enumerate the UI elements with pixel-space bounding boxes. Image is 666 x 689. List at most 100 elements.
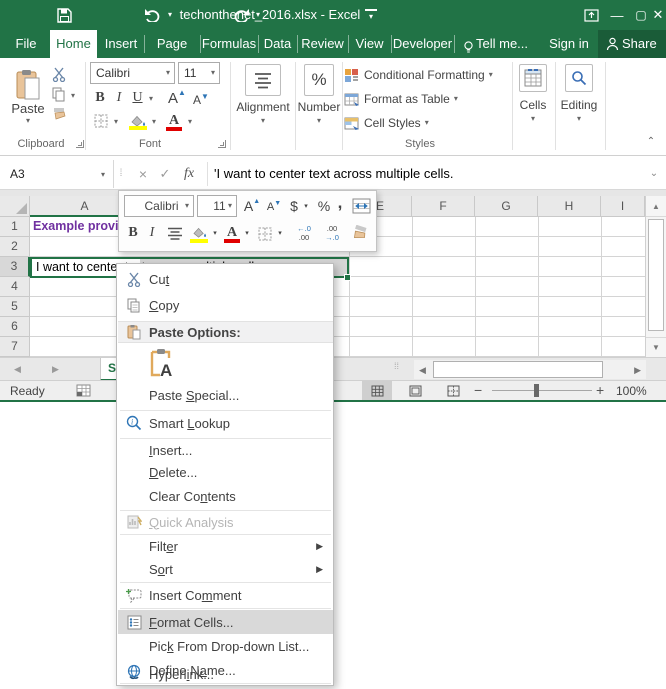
view-normal-button[interactable] [362,381,392,400]
grow-font-button[interactable]: A▲ [168,89,186,107]
paste-button[interactable]: Paste ▾ [8,62,48,132]
cell-styles-button[interactable]: Cell Styles▾ [344,112,510,134]
shrink-font-button[interactable]: A▼ [192,91,210,109]
mini-percent-button[interactable]: % [315,196,333,216]
menu-item-pick-from-dropdown-list[interactable]: Pick From Drop-down List... [118,634,333,658]
column-header-i[interactable]: I [601,196,645,217]
minimize-button[interactable]: — [604,0,630,30]
cut-icon[interactable] [50,66,68,82]
mini-merge-center-icon[interactable] [350,196,372,216]
row-header-7[interactable]: 7 [0,337,30,357]
mini-font-name-combo[interactable]: Calibri▾ [124,195,194,217]
conditional-formatting-button[interactable]: Conditional Formatting▾ [344,64,510,86]
collapse-ribbon-icon[interactable]: ⌃ [642,134,660,148]
menu-item-sort[interactable]: Sort ▶ [118,558,333,581]
format-as-table-button[interactable]: Format as Table▾ [344,88,510,110]
mini-borders-dropdown-icon[interactable]: ▾ [276,228,284,238]
menu-item-insert-comment[interactable]: Insert Comment [118,583,333,607]
menu-item-smart-lookup[interactable]: i Smart Lookup [118,411,333,435]
mini-font-color-icon[interactable]: A [223,222,241,243]
menu-item-delete[interactable]: Delete... [118,461,333,484]
zoom-in-button[interactable]: + [596,381,604,400]
row-header-1[interactable]: 1 [0,217,30,237]
tab-data[interactable]: Data [259,30,296,58]
cells-group-button[interactable]: Cells ▾ [514,58,552,156]
format-painter-icon[interactable] [50,106,68,122]
selection-fill-handle[interactable] [344,274,351,281]
fill-color-dropdown-icon[interactable]: ▾ [150,116,158,126]
enter-button[interactable]: ✓ [156,160,174,188]
horizontal-scrollbar[interactable]: ◀ ▶ [414,360,646,379]
menu-item-insert[interactable]: Insert... [118,439,333,461]
mini-bold-button[interactable]: B [125,223,141,243]
zoom-out-button[interactable]: − [474,381,482,400]
menu-item-paste-special[interactable]: Paste Special... [118,383,333,407]
row-header-6[interactable]: 6 [0,317,30,337]
tab-home[interactable]: Home [50,30,97,58]
select-all-corner[interactable] [0,196,30,217]
ribbon-display-options-icon[interactable] [578,0,604,30]
menu-item-hyperlink[interactable]: Hyperlink... [118,663,333,685]
row-header-3[interactable]: 3 [0,257,30,277]
bold-button[interactable]: B [92,89,108,107]
vertical-scrollbar[interactable]: ▲ ▼ [645,196,666,357]
mini-currency-dropdown-icon[interactable]: ▾ [302,201,310,211]
copy-icon[interactable] [50,86,68,102]
font-name-combo[interactable]: Calibri▾ [90,62,175,84]
tab-file[interactable]: File [4,30,48,58]
tab-review[interactable]: Review [298,30,347,58]
mini-font-color-dropdown-icon[interactable]: ▾ [243,228,251,238]
font-color-icon[interactable]: A [165,111,183,131]
mini-decrease-decimal-icon[interactable]: .00 →.0 [319,223,345,243]
vertical-scrollbar-thumb[interactable] [648,219,664,331]
paste-dropdown-icon[interactable]: ▾ [26,116,30,125]
name-box[interactable]: A3 ▾ [0,160,114,188]
editing-group-button[interactable]: Editing ▾ [557,58,601,156]
tell-me-box[interactable]: Tell me... [476,30,538,58]
mini-shrink-font-button[interactable]: A▼ [265,199,283,215]
zoom-slider-thumb[interactable] [534,384,539,397]
copy-dropdown-icon[interactable]: ▾ [69,90,77,100]
zoom-level[interactable]: 100% [616,384,647,398]
view-page-layout-button[interactable] [400,381,430,400]
share-button[interactable]: Share [598,30,666,58]
font-size-combo[interactable]: 11▾ [178,62,220,84]
font-color-dropdown-icon[interactable]: ▾ [186,116,194,126]
menu-item-copy[interactable]: Copy [118,292,333,318]
mini-comma-button[interactable]: , [335,193,345,213]
insert-function-button[interactable]: fx [178,160,200,188]
scroll-down-icon[interactable]: ▼ [646,337,666,357]
menu-item-format-cells[interactable]: Format Cells... [118,610,333,634]
sheet-nav-right-icon[interactable]: ▶ [52,364,59,375]
column-header-g[interactable]: G [475,196,538,217]
clipboard-dialog-launcher[interactable] [76,140,84,148]
cell-a1[interactable]: Example provi [33,219,118,233]
formula-bar-input[interactable]: 'I want to center text across multiple c… [214,160,453,188]
mini-italic-button[interactable]: I [145,223,159,243]
mini-increase-decimal-icon[interactable]: ←.0 .00 [291,223,317,243]
tab-page-layout[interactable]: Page Layo [145,30,199,58]
tab-developer[interactable]: Developer [392,30,453,58]
view-page-break-button[interactable] [438,381,468,400]
expand-formula-bar-icon[interactable]: ⌄ [646,160,662,188]
formula-bar-grip[interactable]: ⁞ [118,160,124,188]
fill-color-icon[interactable] [128,112,148,130]
scroll-right-icon[interactable]: ▶ [634,365,641,376]
menu-item-cut[interactable]: Cut [118,266,333,292]
tab-insert[interactable]: Insert [99,30,143,58]
scroll-left-icon[interactable]: ◀ [419,365,426,376]
mini-font-size-combo[interactable]: 11▾ [197,195,237,217]
menu-item-filter[interactable]: Filter ▶ [118,535,333,558]
mini-grow-font-button[interactable]: A▲ [243,197,261,215]
sign-in-button[interactable]: Sign in [545,30,593,58]
alignment-group-button[interactable]: Alignment ▾ [232,58,294,156]
menu-item-paste-keep-source-formatting[interactable]: A [118,346,333,380]
mini-currency-button[interactable]: $ [287,196,301,216]
column-header-f[interactable]: F [412,196,475,217]
row-header-5[interactable]: 5 [0,297,30,317]
mini-borders-icon[interactable] [256,225,274,242]
borders-dropdown-icon[interactable]: ▾ [112,116,120,126]
scroll-up-icon[interactable]: ▲ [646,196,666,217]
row-header-2[interactable]: 2 [0,237,30,257]
tab-formulas[interactable]: Formulas [201,30,257,58]
